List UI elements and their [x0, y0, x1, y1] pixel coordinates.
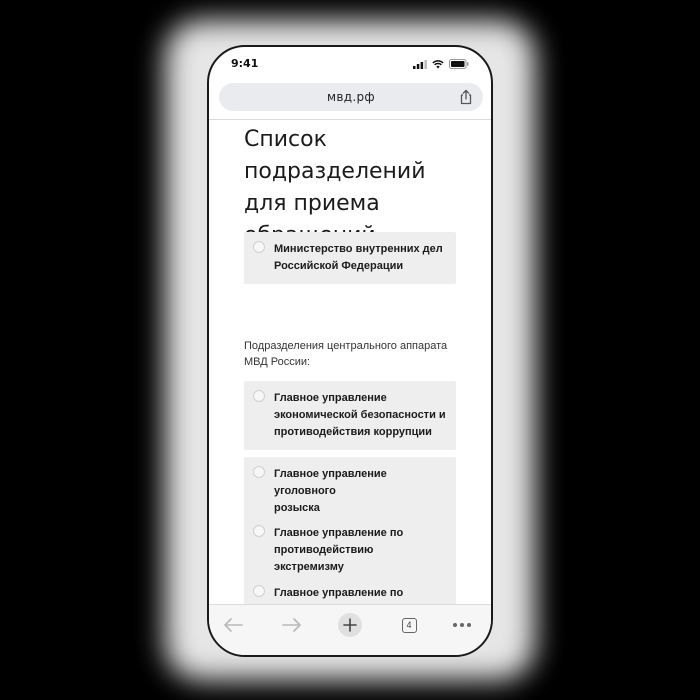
option-gupe[interactable]: Главное управление по противодействию эк…: [244, 516, 456, 585]
option-label: Главное управление по обеспечению охраны…: [274, 587, 404, 599]
radio-button[interactable]: [253, 241, 265, 253]
option-label: Главное управление по противодействию эк…: [274, 527, 404, 573]
battery-icon: [449, 59, 469, 69]
option-label: Главное управление уголовного розыска: [274, 468, 387, 514]
signal-icon: [413, 59, 427, 69]
section-label: Подразделения центрального аппарата МВД …: [244, 340, 448, 368]
radio-button[interactable]: [253, 585, 265, 597]
plus-icon: [338, 613, 362, 637]
radio-button[interactable]: [253, 390, 265, 402]
address-bar[interactable]: мвд.рф: [219, 83, 483, 111]
browser-toolbar: 4: [209, 604, 491, 655]
wifi-icon: [432, 59, 444, 68]
new-tab-button[interactable]: [338, 613, 362, 637]
more-dots-icon: [453, 623, 471, 627]
url-text[interactable]: мвд.рф: [219, 90, 483, 104]
page-content[interactable]: Список подразделений для приема обращени…: [209, 120, 491, 604]
status-time: 9:41: [231, 57, 259, 70]
option-guoop[interactable]: Главное управление по обеспечению охраны…: [244, 576, 456, 604]
option-gueb-pk[interactable]: Главное управление экономической безопас…: [244, 381, 456, 450]
option-label: Министерство внутренних дел Российской Ф…: [274, 243, 443, 272]
status-icons: [413, 59, 469, 69]
tabs-button[interactable]: 4: [397, 613, 421, 637]
phone-frame: 9:41 мвд.рф Список подразделений для при…: [207, 45, 493, 657]
share-icon[interactable]: [458, 89, 474, 105]
arrow-right-icon: [282, 618, 301, 632]
radio-button[interactable]: [253, 466, 265, 478]
back-button[interactable]: [221, 613, 245, 637]
status-bar: 9:41: [209, 47, 491, 81]
option-label: Главное управление экономической безопас…: [274, 392, 446, 438]
more-button[interactable]: [450, 613, 474, 637]
tabs-icon: 4: [401, 617, 417, 633]
option-ministry[interactable]: Министерство внутренних дел Российской Ф…: [244, 232, 456, 284]
arrow-left-icon: [224, 618, 243, 632]
radio-button[interactable]: [253, 525, 265, 537]
forward-button[interactable]: [280, 613, 304, 637]
